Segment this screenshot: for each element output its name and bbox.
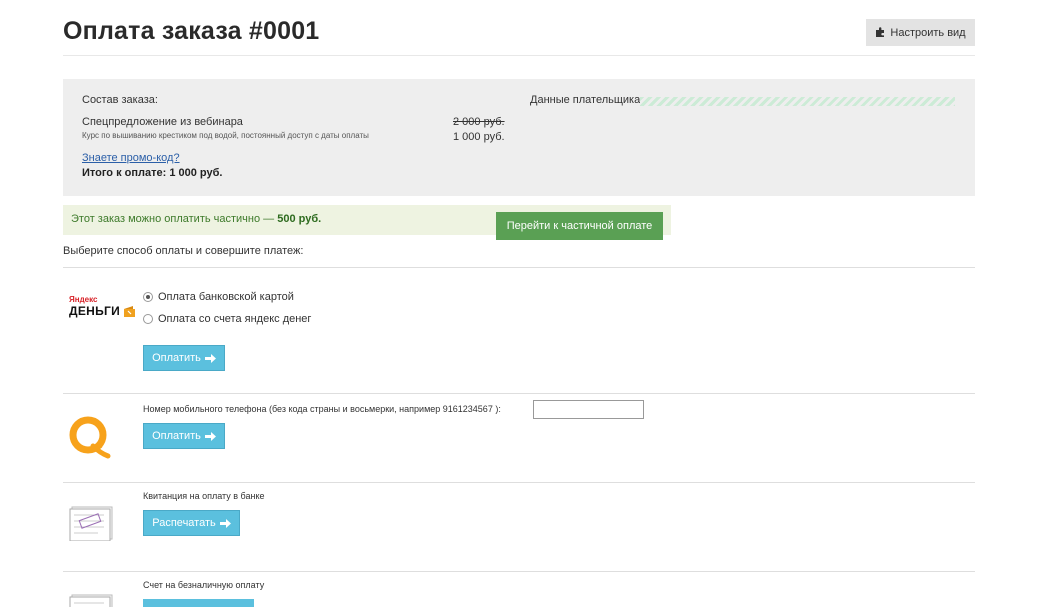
radio-bank-card[interactable]: [143, 292, 153, 302]
print-receipt-button[interactable]: Распечатать: [143, 510, 240, 536]
partial-payment-button[interactable]: Перейти к частичной оплате: [496, 212, 663, 240]
yandex-money-logo: Яндекс ДЕНЬГИ: [69, 295, 136, 318]
divider: [63, 571, 975, 572]
arrow-right-icon: [204, 431, 216, 441]
option-bank-card[interactable]: Оплата банковской картой: [143, 291, 294, 303]
invoice-document-icon: [69, 594, 113, 607]
option-bank-card-label: Оплата банковской картой: [158, 291, 294, 303]
configure-view-label: Настроить вид: [890, 26, 966, 39]
option-yandex-wallet[interactable]: Оплата со счета яндекс денег: [143, 313, 311, 325]
partial-payment-text: Этот заказ можно оплатить частично — 500…: [71, 213, 321, 225]
arrow-right-icon: [204, 353, 216, 363]
receipt-document-icon: [69, 506, 113, 541]
item-title: Спецпредложение из вебинара: [82, 116, 243, 128]
choose-payment-text: Выберите способ оплаты и совершите плате…: [63, 245, 304, 257]
partial-payment-message: Этот заказ можно оплатить частично —: [71, 213, 275, 225]
partial-payment-amount: 500 руб.: [277, 213, 322, 225]
configure-view-button[interactable]: Настроить вид: [866, 19, 975, 46]
phone-input[interactable]: [533, 400, 644, 419]
old-price: 2 000 руб.: [453, 116, 505, 128]
payer-label: Данные плательщика:: [530, 94, 644, 106]
yandex-pay-button[interactable]: Оплатить: [143, 345, 225, 371]
divider: [63, 482, 975, 483]
divider: [63, 393, 975, 394]
print-receipt-label: Распечатать: [152, 517, 216, 529]
puzzle-icon: [876, 27, 885, 37]
header-divider: [63, 55, 975, 56]
yandex-logo-bottom: ДЕНЬГИ: [69, 304, 121, 318]
payer-data-placeholder: [640, 97, 955, 106]
wallet-icon: [124, 305, 136, 317]
composition-label: Состав заказа:: [82, 94, 158, 106]
option-yandex-wallet-label: Оплата со счета яндекс денег: [158, 313, 312, 325]
order-total: Итого к оплате: 1 000 руб.: [82, 167, 223, 179]
qiwi-pay-label: Оплатить: [152, 430, 201, 442]
divider: [63, 267, 975, 268]
page-title: Оплата заказа #0001: [63, 17, 320, 45]
invoice-button[interactable]: [143, 599, 254, 607]
invoice-label: Счет на безналичную оплату: [143, 580, 265, 590]
item-description: Курс по вышиванию крестиком под водой, п…: [82, 131, 369, 140]
yandex-pay-label: Оплатить: [152, 352, 201, 364]
promo-code-link[interactable]: Знаете промо-код?: [82, 152, 180, 164]
radio-yandex-wallet[interactable]: [143, 314, 153, 324]
qiwi-logo-icon: [69, 416, 111, 459]
arrow-right-icon: [219, 518, 231, 528]
new-price: 1 000 руб.: [453, 131, 505, 143]
qiwi-pay-button[interactable]: Оплатить: [143, 423, 225, 449]
bank-receipt-label: Квитанция на оплату в банке: [143, 491, 265, 501]
phone-label: Номер мобильного телефона (без кода стра…: [143, 404, 501, 414]
yandex-logo-top: Яндекс: [69, 295, 98, 304]
